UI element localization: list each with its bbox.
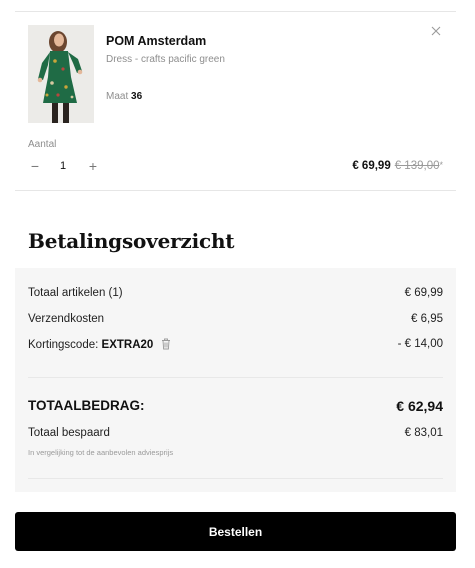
total-label: TOTAALBEDRAG: (28, 398, 145, 413)
summary-bottom-divider (28, 478, 443, 479)
size-label: Maat (106, 91, 129, 102)
summary-row-discount-code: Kortingscode: EXTRA20 - € 14,00 (28, 338, 443, 353)
order-button[interactable]: Bestellen (15, 512, 456, 551)
item-price: € 69,99 € 139,00* (352, 160, 443, 172)
product-brand[interactable]: POM Amsterdam (106, 34, 206, 48)
trash-icon (161, 338, 170, 350)
items-label: Totaal artikelen (1) (28, 287, 123, 299)
saved-note: In vergelijking tot de aanbevolen advies… (28, 448, 174, 457)
discount-code-amount: - € 14,00 (397, 338, 443, 350)
summary-divider (28, 377, 443, 378)
price-original: € 139,00 (394, 160, 440, 172)
product-size: Maat 36 (106, 91, 142, 102)
quantity-input[interactable] (52, 158, 74, 174)
quantity-label: Aantal (28, 139, 57, 150)
saved-label: Totaal bespaard (28, 427, 110, 439)
discount-code-value: EXTRA20 (101, 339, 154, 351)
section-divider (15, 190, 456, 191)
quantity-increase-button[interactable]: + (86, 158, 100, 174)
product-photo (28, 25, 94, 123)
top-divider (15, 11, 456, 12)
shipping-value: € 6,95 (411, 313, 443, 325)
quantity-decrease-button[interactable]: − (28, 158, 42, 174)
size-value: 36 (131, 91, 143, 102)
summary-row-shipping: Verzendkosten € 6,95 (28, 313, 443, 325)
remove-discount-code-button[interactable] (161, 338, 171, 353)
product-description: Dress - crafts pacific green (106, 54, 225, 65)
items-value: € 69,99 (404, 287, 443, 299)
discount-code-label: Kortingscode: (28, 339, 99, 351)
close-icon (431, 26, 441, 36)
summary-row-items: Totaal artikelen (1) € 69,99 (28, 287, 443, 299)
saved-value: € 83,01 (404, 427, 443, 439)
price-asterisk: * (439, 160, 443, 170)
summary-row-saved: Totaal bespaard € 83,01 (28, 427, 443, 439)
summary-title: Betalingsoverzicht (28, 229, 235, 253)
summary-row-total: TOTAALBEDRAG: € 62,94 (28, 398, 443, 414)
summary-panel (15, 268, 456, 492)
remove-item-button[interactable] (430, 25, 442, 37)
shipping-label: Verzendkosten (28, 313, 105, 325)
price-current: € 69,99 (352, 160, 391, 172)
total-value: € 62,94 (396, 398, 443, 414)
product-image[interactable] (28, 25, 94, 123)
